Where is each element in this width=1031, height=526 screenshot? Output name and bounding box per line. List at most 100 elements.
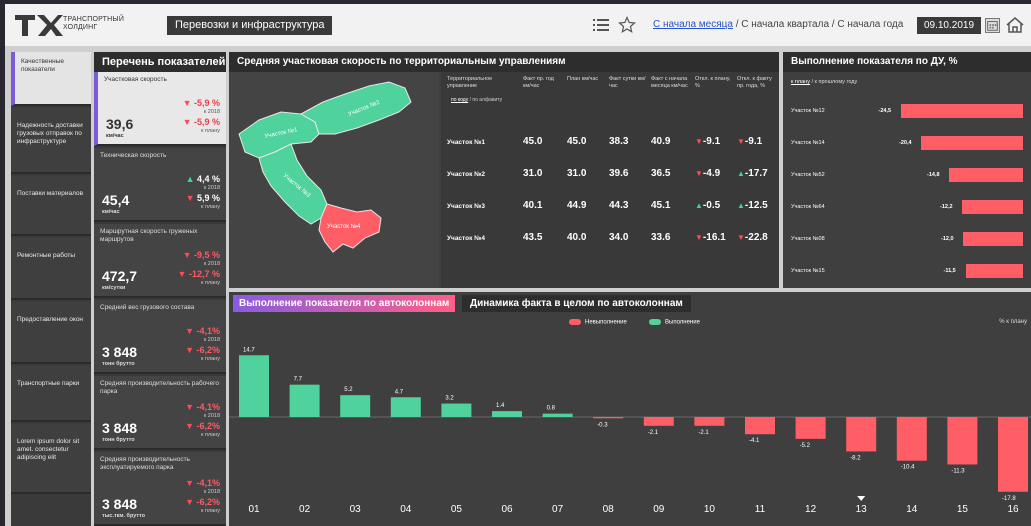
bar-05[interactable] — [441, 403, 472, 417]
delta-year-value: 4,4 % — [196, 174, 220, 184]
sort-alpha[interactable]: / по алфавиту — [468, 97, 503, 103]
bar-01[interactable] — [239, 355, 269, 417]
du-bar[interactable] — [949, 168, 1023, 182]
du-row-label[interactable]: Участок №12 — [791, 108, 825, 114]
logo-line2: ХОЛДИНГ — [63, 24, 98, 31]
category-label[interactable]: 03 — [350, 504, 362, 515]
table-row-label[interactable]: Участок №3 — [447, 203, 485, 210]
table-cell: 40.0 — [567, 232, 587, 243]
column-header[interactable]: План км/час — [567, 76, 605, 83]
category-label[interactable]: 12 — [805, 504, 817, 515]
nav-item-4[interactable]: Ремонтные работы — [11, 238, 91, 300]
bar-11[interactable] — [745, 417, 775, 435]
du-bar[interactable] — [900, 104, 1023, 118]
indicator-card[interactable]: Участковая скорость 39,6 км/час ▼ -5,9 % к 2… — [94, 72, 226, 146]
indicator-card[interactable]: Средний вес грузового состава 3 848 тонн б… — [94, 300, 226, 374]
category-label[interactable]: 13 — [856, 504, 868, 515]
nav-item-7[interactable]: Lorem ipsum dolor sit amet. consectetur … — [11, 424, 91, 494]
indicator-card[interactable]: Средняя производительность рабочего парк… — [94, 376, 226, 450]
category-label[interactable]: 04 — [400, 504, 412, 515]
arrow-down-icon: ▼ — [695, 137, 703, 146]
region-map: Участок №1 Участок №2 Участок №3 Участок… — [229, 72, 439, 288]
column-header[interactable]: Территориальное управление — [447, 76, 511, 89]
bar-10[interactable] — [694, 417, 725, 426]
sort-by-code[interactable]: по коду — [451, 97, 468, 103]
list-icon[interactable] — [593, 18, 609, 32]
du-row-label[interactable]: Участок №14 — [791, 140, 825, 146]
du-bar[interactable] — [963, 232, 1023, 246]
du-compare-plan[interactable]: к плану — [791, 79, 810, 85]
bar-02[interactable] — [289, 384, 320, 417]
period-month-link[interactable]: С начала месяца — [653, 19, 733, 30]
du-row-label[interactable]: Участок №64 — [791, 204, 825, 210]
logo-line1: ТРАНСПОРТНЫЙ — [63, 16, 125, 23]
category-label[interactable]: 02 — [299, 504, 311, 515]
tab-autocolumn-performance[interactable]: Выполнение показателя по автоколоннам — [233, 295, 456, 312]
column-header[interactable]: Факт с начала месяца км/час — [651, 76, 689, 89]
category-label[interactable]: 09 — [653, 504, 665, 515]
star-icon[interactable] — [618, 16, 636, 34]
delta-plan-caption: к плану — [201, 508, 220, 514]
delta-plan-value: -6,2% — [196, 421, 220, 431]
indicator-card[interactable]: Маршрутная скорость груженых маршрутов 47… — [94, 224, 226, 298]
category-label[interactable]: 15 — [957, 504, 969, 515]
column-header[interactable]: Откл. к плану, % — [695, 76, 733, 89]
du-bar[interactable] — [921, 136, 1023, 150]
du-compare-year[interactable]: / к прошлому году — [810, 79, 857, 85]
speed-panel-title: Средняя участковая скорость по территори… — [229, 52, 779, 72]
category-label[interactable]: 14 — [906, 504, 918, 515]
table-row-label[interactable]: Участок №1 — [447, 139, 485, 146]
indicator-card[interactable]: Средняя производительность эксплуатируем… — [94, 452, 226, 526]
indicator-value: 3 848 — [102, 344, 138, 360]
category-label[interactable]: 07 — [552, 504, 564, 515]
nav-item-3[interactable]: Поставки материалов — [11, 176, 91, 236]
table-cell: 45.0 — [523, 136, 543, 147]
table-cell-deviation: ▼-9.1 — [695, 136, 720, 147]
column-header[interactable]: Факт пр. год км/час — [523, 76, 561, 89]
bar-12[interactable] — [795, 417, 826, 439]
du-row-label[interactable]: Участок №08 — [791, 236, 825, 242]
indicator-card[interactable]: Техническая скорость 45,4 км/час ▲ 4,4 % к 2… — [94, 148, 226, 222]
table-row-label[interactable]: Участок №4 — [447, 235, 485, 242]
du-row-label[interactable]: Участок №15 — [791, 268, 825, 274]
bar-07[interactable] — [542, 413, 573, 417]
table-row-label[interactable]: Участок №2 — [447, 171, 485, 178]
table-cell-deviation: ▲-17.7 — [737, 168, 768, 179]
nav-item-5[interactable]: Предоставление окон — [11, 302, 91, 364]
category-label[interactable]: 11 — [755, 504, 766, 515]
delta-plan-value: -6,2% — [196, 345, 220, 355]
category-label[interactable]: 10 — [704, 504, 716, 515]
bar-03[interactable] — [340, 395, 371, 417]
nav-item-1[interactable]: Качественные показатели — [11, 52, 91, 106]
column-header[interactable]: Факт сутки км/час — [609, 76, 647, 89]
category-label[interactable]: 16 — [1007, 504, 1019, 515]
calendar-icon[interactable] — [985, 18, 1000, 33]
nav-item-2[interactable]: Надежность доставки грузовых отправок по… — [11, 108, 91, 174]
home-icon[interactable] — [1005, 15, 1025, 35]
category-label[interactable]: 06 — [501, 504, 513, 515]
date-field[interactable]: 09.10.2019 — [917, 17, 981, 34]
bar-14[interactable] — [896, 417, 927, 461]
bar-09[interactable] — [643, 417, 674, 426]
deviation-value: -9.1 — [744, 136, 763, 147]
du-row-label[interactable]: Участок №52 — [791, 172, 825, 178]
bar-08[interactable] — [593, 417, 624, 419]
category-label[interactable]: 08 — [603, 504, 615, 515]
bar-15[interactable] — [947, 417, 978, 465]
legend-positive-swatch — [649, 319, 661, 325]
bar-06[interactable] — [492, 411, 522, 417]
category-label[interactable]: 05 — [451, 504, 463, 515]
table-cell-deviation: ▼-4.9 — [695, 168, 720, 179]
nav-item-6[interactable]: Транспортные парки — [11, 366, 91, 422]
category-label[interactable]: 01 — [248, 504, 260, 515]
column-header[interactable]: Откл. к факту пр. года, % — [737, 76, 775, 89]
bar-04[interactable] — [390, 397, 421, 417]
section-selector[interactable]: Перевозки и инфраструктура — [167, 16, 333, 35]
bar-16[interactable] — [998, 417, 1028, 492]
du-bar[interactable] — [965, 264, 1023, 278]
du-bar[interactable] — [962, 200, 1023, 214]
period-rest[interactable]: / С начала квартала / С начала года — [733, 19, 904, 30]
tab-autocolumn-dynamics[interactable]: Динамика факта в целом по автоколоннам — [462, 295, 691, 312]
bar-13[interactable] — [846, 417, 877, 452]
bar-value-label: 14.7 — [243, 347, 255, 353]
